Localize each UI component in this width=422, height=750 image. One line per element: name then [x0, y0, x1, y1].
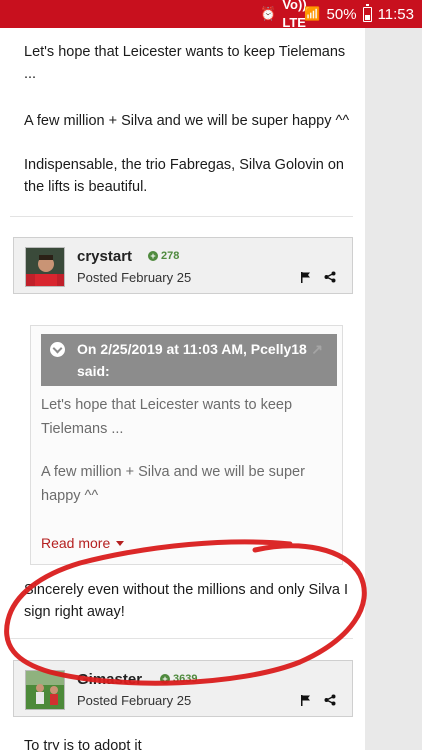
quote-attribution: On 2/25/2019 at 11:03 AM, Pcelly18 said: — [77, 341, 307, 379]
reputation-count: 278 — [161, 250, 180, 262]
post-paragraph: Indispensable, the trio Fabregas, Silva … — [24, 157, 344, 195]
flag-icon[interactable] — [300, 271, 312, 283]
post-date[interactable]: Posted February 25 — [77, 693, 191, 708]
battery-percent: 50% — [326, 5, 357, 23]
post-header: Gimaster + 3639 Posted February 25 — [13, 660, 353, 717]
forum-thread: Let's hope that Leicester wants to keep … — [0, 28, 365, 750]
alarm-icon: ⏰ — [260, 6, 277, 21]
share-icon[interactable] — [324, 694, 336, 706]
avatar[interactable] — [25, 670, 65, 710]
post-paragraph: Let's hope that Leicester wants to keep … — [24, 44, 346, 82]
caret-down-icon — [116, 541, 125, 546]
clock: 11:53 — [377, 5, 414, 23]
post-reply: Sincerely even without the millions and … — [24, 582, 348, 620]
wifi-icon: 📶 — [304, 6, 321, 21]
avatar[interactable] — [25, 247, 65, 287]
flag-icon[interactable] — [300, 694, 312, 706]
quote-header[interactable]: On 2/25/2019 at 11:03 AM, Pcelly18 said:… — [41, 334, 337, 386]
plus-icon: + — [160, 674, 170, 684]
share-icon[interactable] — [324, 271, 336, 283]
post-paragraph: A few million + Silva and we will be sup… — [24, 113, 350, 129]
status-bar: ⏰ Vo)) LTE 📶 50% 11:53 — [0, 0, 422, 30]
post-header: crystart + 278 Posted February 25 — [13, 237, 353, 294]
quote-text: A few million + Silva and we will be sup… — [41, 464, 305, 504]
username[interactable]: crystart — [77, 248, 132, 265]
chevron-down-icon[interactable] — [50, 342, 65, 357]
plus-icon: + — [148, 251, 158, 261]
reputation-badge: + 3639 — [160, 673, 197, 685]
read-more-link[interactable]: Read more — [41, 535, 125, 551]
post-divider — [10, 638, 353, 639]
post-divider — [10, 216, 353, 217]
reputation-badge: + 278 — [148, 250, 179, 262]
post-paragraph: To try is to adopt it — [24, 738, 142, 750]
battery-icon — [362, 3, 372, 22]
quote-link-icon[interactable]: ↗ — [311, 338, 323, 360]
quote-text: Let's hope that Leicester wants to keep … — [41, 397, 293, 437]
post-date[interactable]: Posted February 25 — [77, 270, 191, 285]
username[interactable]: Gimaster — [77, 671, 142, 688]
page-side-margin — [365, 28, 422, 750]
quote-block: On 2/25/2019 at 11:03 AM, Pcelly18 said:… — [30, 325, 343, 565]
read-more-label: Read more — [41, 535, 111, 551]
reputation-count: 3639 — [173, 673, 198, 685]
